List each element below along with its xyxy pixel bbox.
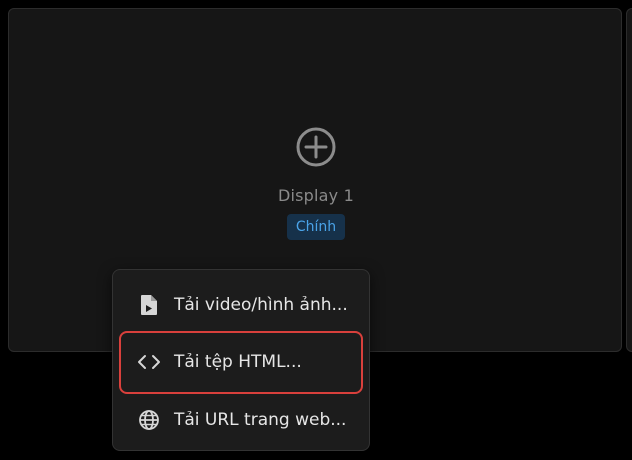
menu-item-label: Tải URL trang web...	[174, 410, 347, 430]
menu-item-label: Tải video/hình ảnh...	[174, 295, 348, 315]
display-card-next[interactable]	[626, 8, 632, 352]
globe-icon	[137, 408, 161, 432]
menu-item-upload-media[interactable]: Tải video/hình ảnh...	[113, 285, 369, 325]
code-icon	[137, 350, 161, 374]
file-media-icon	[137, 293, 161, 317]
context-menu: Tải video/hình ảnh... Tải tệp HTML... Tả…	[112, 269, 370, 451]
display-title: Display 1	[277, 186, 355, 205]
menu-item-upload-html[interactable]: Tải tệp HTML...	[113, 342, 369, 382]
menu-item-upload-url[interactable]: Tải URL trang web...	[113, 400, 369, 440]
add-circle-icon[interactable]	[295, 126, 337, 168]
menu-item-label: Tải tệp HTML...	[174, 352, 302, 372]
app-root: Display 1 Chính Tải video/hình ảnh... Tả…	[0, 0, 632, 460]
primary-badge: Chính	[287, 214, 345, 240]
